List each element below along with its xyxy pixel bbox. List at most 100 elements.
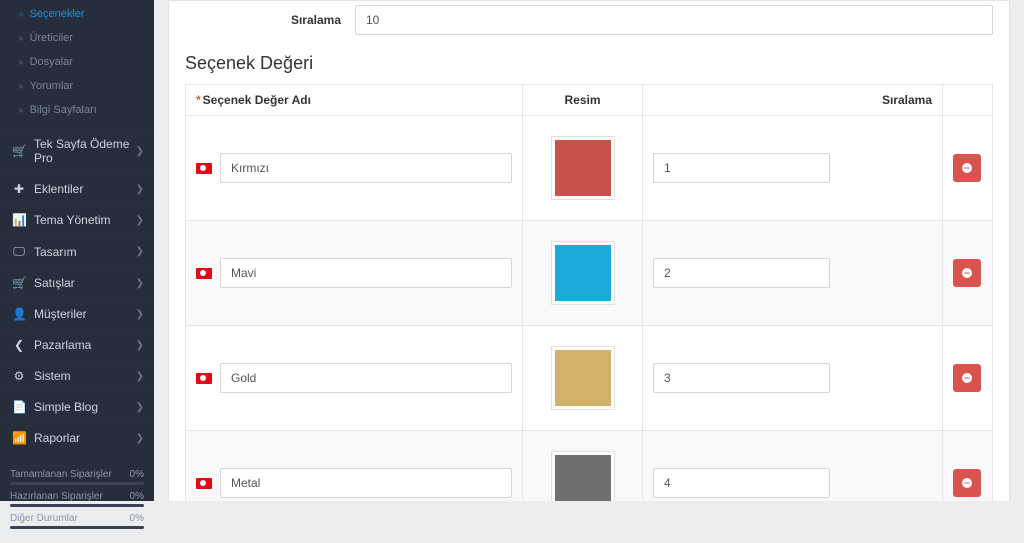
nav-tema-yonetim[interactable]: 📊Tema Yönetim ❯ bbox=[0, 204, 154, 235]
chevron-right-icon: ❯ bbox=[136, 340, 144, 351]
flag-tr-icon bbox=[196, 478, 212, 489]
stat-value: 0% bbox=[130, 513, 144, 524]
sidebar-sub-label: Yorumlar bbox=[30, 80, 74, 92]
sidebar-sub-ureticiler[interactable]: » Üreticiler bbox=[0, 26, 154, 50]
sidebar-sub-yorumlar[interactable]: » Yorumlar bbox=[0, 74, 154, 98]
chevron-right-icon: ❯ bbox=[136, 215, 144, 226]
stat-diger: Diğer Durumlar 0% bbox=[10, 509, 144, 526]
nav-label: Pazarlama bbox=[34, 338, 91, 352]
nav-pazarlama[interactable]: ❮ Pazarlama ❯ bbox=[0, 329, 154, 360]
stat-bar bbox=[10, 482, 144, 485]
sort-order-label: Sıralama bbox=[185, 13, 355, 27]
stat-hazirlanan: Hazırlanan Siparişler 0% bbox=[10, 487, 144, 504]
option-name-input[interactable] bbox=[220, 363, 512, 393]
chevron-icon: » bbox=[18, 105, 24, 116]
stat-label: Hazırlanan Siparişler bbox=[10, 491, 103, 502]
nav-label: Tasarım bbox=[34, 245, 77, 259]
swatch-color bbox=[555, 350, 611, 406]
sidebar-sub-secenekler[interactable]: » Seçenekler bbox=[0, 2, 154, 26]
option-name-input[interactable] bbox=[220, 468, 512, 498]
image-swatch[interactable] bbox=[551, 451, 615, 501]
remove-button[interactable] bbox=[953, 259, 981, 287]
sidebar-sub-label: Bilgi Sayfaları bbox=[30, 104, 97, 116]
stat-value: 0% bbox=[130, 469, 144, 480]
th-name-text: Seçenek Değer Adı bbox=[203, 93, 311, 107]
th-actions bbox=[943, 85, 993, 116]
option-sort-input[interactable] bbox=[653, 258, 830, 288]
nav-label: Eklentiler bbox=[34, 182, 83, 196]
option-sort-input[interactable] bbox=[653, 153, 830, 183]
remove-button[interactable] bbox=[953, 154, 981, 182]
chevron-right-icon: ❯ bbox=[136, 146, 144, 157]
stat-label: Tamamlanan Siparişler bbox=[10, 469, 112, 480]
chevron-right-icon: ❯ bbox=[136, 402, 144, 413]
option-sort-input[interactable] bbox=[653, 468, 830, 498]
minus-circle-icon bbox=[961, 162, 973, 174]
chevron-right-icon: ❯ bbox=[136, 278, 144, 289]
th-image: Resim bbox=[523, 85, 643, 116]
option-name-input[interactable] bbox=[220, 258, 512, 288]
chevron-right-icon: ❯ bbox=[136, 433, 144, 444]
sort-order-input[interactable] bbox=[355, 5, 993, 35]
nav-label: Raporlar bbox=[34, 431, 80, 445]
remove-button[interactable] bbox=[953, 364, 981, 392]
minus-circle-icon bbox=[961, 477, 973, 489]
chart-icon: 📶 bbox=[12, 431, 26, 445]
sort-order-row: Sıralama bbox=[185, 1, 993, 45]
remove-button[interactable] bbox=[953, 469, 981, 497]
nav-eklentiler[interactable]: ✚Eklentiler ❯ bbox=[0, 173, 154, 204]
stat-bar bbox=[10, 504, 144, 507]
minus-circle-icon bbox=[961, 267, 973, 279]
swatch-color bbox=[555, 455, 611, 501]
sidebar-sub-label: Dosyalar bbox=[30, 56, 73, 68]
sidebar: » Seçenekler » Üreticiler » Dosyalar » Y… bbox=[0, 0, 154, 501]
gear-icon: ⚙ bbox=[12, 369, 26, 383]
nav-musteriler[interactable]: 👤Müşteriler ❯ bbox=[0, 298, 154, 329]
table-row bbox=[186, 326, 993, 431]
image-swatch[interactable] bbox=[551, 346, 615, 410]
nav-label: Sistem bbox=[34, 369, 71, 383]
stat-label: Diğer Durumlar bbox=[10, 513, 78, 524]
option-name-input[interactable] bbox=[220, 153, 512, 183]
main: Sıralama Seçenek Değeri *Seçenek Değer A… bbox=[154, 0, 1024, 501]
table-row bbox=[186, 431, 993, 502]
user-icon: 👤 bbox=[12, 307, 26, 321]
th-name: *Seçenek Değer Adı bbox=[186, 85, 523, 116]
sidebar-sub-dosyalar[interactable]: » Dosyalar bbox=[0, 50, 154, 74]
chevron-icon: » bbox=[18, 9, 24, 20]
dashboard-icon: 📊 bbox=[12, 213, 26, 227]
sidebar-sub-bilgi-sayfalari[interactable]: » Bilgi Sayfaları bbox=[0, 98, 154, 122]
sidebar-sub-list: » Seçenekler » Üreticiler » Dosyalar » Y… bbox=[0, 0, 154, 128]
chevron-icon: » bbox=[18, 33, 24, 44]
table-row bbox=[186, 221, 993, 326]
chevron-icon: » bbox=[18, 57, 24, 68]
sidebar-sub-label: Seçenekler bbox=[30, 8, 85, 20]
panel: Sıralama Seçenek Değeri *Seçenek Değer A… bbox=[168, 0, 1010, 501]
nav-satislar[interactable]: 🛒Satışlar ❯ bbox=[0, 267, 154, 298]
nav-label: Satışlar bbox=[34, 276, 75, 290]
chevron-right-icon: ❯ bbox=[136, 371, 144, 382]
section-title: Seçenek Değeri bbox=[185, 45, 993, 84]
nav-simple-blog[interactable]: 📄Simple Blog ❯ bbox=[0, 391, 154, 422]
chevron-right-icon: ❯ bbox=[136, 246, 144, 257]
nav-tasarim[interactable]: 🖵Tasarım ❯ bbox=[0, 235, 154, 267]
chevron-right-icon: ❯ bbox=[136, 184, 144, 195]
share-icon: ❮ bbox=[12, 338, 26, 352]
nav-tek-sayfa[interactable]: 🛒Tek Sayfa Ödeme Pro ❯ bbox=[0, 128, 154, 173]
image-swatch[interactable] bbox=[551, 241, 615, 305]
nav-sistem[interactable]: ⚙ Sistem ❯ bbox=[0, 360, 154, 391]
option-sort-input[interactable] bbox=[653, 363, 830, 393]
nav-label: Simple Blog bbox=[34, 400, 98, 414]
stat-tamamlanan: Tamamlanan Siparişler 0% bbox=[10, 465, 144, 482]
chevron-right-icon: ❯ bbox=[136, 309, 144, 320]
sidebar-nav: 🛒Tek Sayfa Ödeme Pro ❯ ✚Eklentiler ❯ 📊Te… bbox=[0, 128, 154, 453]
nav-raporlar[interactable]: 📶 Raporlar ❯ bbox=[0, 422, 154, 453]
image-swatch[interactable] bbox=[551, 136, 615, 200]
nav-label: Tek Sayfa Ödeme Pro bbox=[34, 137, 136, 165]
flag-tr-icon bbox=[196, 163, 212, 174]
option-values-table: *Seçenek Değer Adı Resim Sıralama bbox=[185, 84, 993, 501]
swatch-color bbox=[555, 140, 611, 196]
sidebar-sub-label: Üreticiler bbox=[30, 32, 73, 44]
table-row bbox=[186, 116, 993, 221]
swatch-color bbox=[555, 245, 611, 301]
